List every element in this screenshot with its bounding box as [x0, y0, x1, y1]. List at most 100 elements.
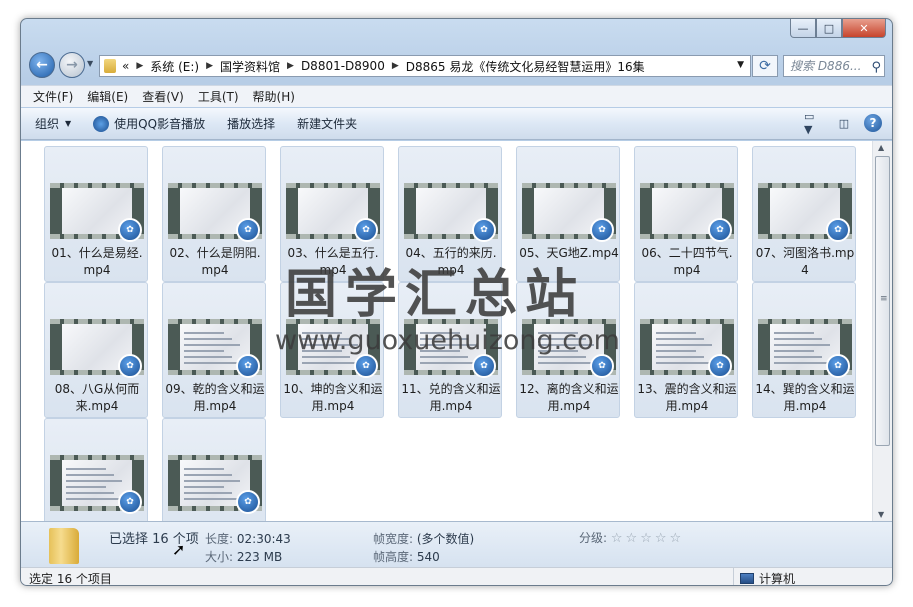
- breadcrumb-library[interactable]: 国学资料馆: [220, 58, 280, 75]
- chevron-right-icon[interactable]: ▶: [392, 61, 399, 71]
- qq-player-icon: [93, 115, 110, 132]
- status-location-label: 计算机: [759, 571, 796, 586]
- thumbnail-text-line: [184, 498, 240, 500]
- chevron-right-icon[interactable]: ▶: [206, 61, 213, 71]
- file-tile[interactable]: ✿: [44, 418, 148, 521]
- file-name: 11、兑的含义和运用.mp4: [401, 382, 501, 413]
- vertical-scrollbar[interactable]: ▲ ≡ ▼: [872, 141, 892, 521]
- qq-player-icon: ✿: [236, 354, 260, 378]
- new-folder-label: 新建文件夹: [297, 117, 358, 131]
- thumbnail-text-line: [420, 356, 468, 358]
- folder-icon: [49, 528, 79, 564]
- help-icon[interactable]: ?: [864, 114, 882, 132]
- star-icon[interactable]: ☆: [655, 531, 667, 546]
- video-thumbnail: ✿: [640, 183, 734, 242]
- thumbnail-text-line: [184, 344, 240, 346]
- file-tile[interactable]: ✿ 06、二十四节气.mp4: [634, 146, 738, 282]
- star-icon[interactable]: ☆: [626, 531, 638, 546]
- thumbnail-text-line: [184, 332, 224, 334]
- preview-pane-icon[interactable]: ◫: [834, 114, 854, 132]
- qq-player-icon: ✿: [472, 218, 496, 242]
- status-location: 计算机: [733, 568, 796, 586]
- address-dropdown-icon[interactable]: ▼: [737, 60, 744, 70]
- file-name: 14、巽的含义和运用.mp4: [755, 382, 855, 413]
- file-tile[interactable]: ✿ 09、乾的含义和运用.mp4: [162, 282, 266, 418]
- play-selection-button[interactable]: 播放选择: [227, 115, 275, 132]
- file-name: 06、二十四节气.mp4: [641, 246, 733, 277]
- thumbnail-text-line: [184, 492, 232, 494]
- thumbnail-text-line: [184, 362, 240, 364]
- maximize-button[interactable]: □: [816, 19, 842, 38]
- file-tile[interactable]: ✿ 08、八G从何而来.mp4: [44, 282, 148, 418]
- thumbnail-text-line: [66, 486, 106, 488]
- file-tile[interactable]: ✿ 02、什么是阴阳.mp4: [162, 146, 266, 282]
- address-bar[interactable]: « ▶ 系统 (E:) ▶ 国学资料馆 ▶ D8801-D8900 ▶ D886…: [99, 55, 751, 77]
- breadcrumb-range[interactable]: D8801-D8900: [301, 59, 385, 73]
- thumbnail-text-line: [302, 356, 350, 358]
- thumbnail-text-line: [420, 362, 476, 364]
- thumbnail-text-line: [302, 362, 358, 364]
- command-bar: 组织 ▼ 使用QQ影音播放 播放选择 新建文件夹 ▭ ▼ ◫ ?: [21, 108, 892, 140]
- menu-edit[interactable]: 编辑(E): [87, 88, 128, 105]
- menu-tools[interactable]: 工具(T): [198, 88, 239, 105]
- minimize-button[interactable]: —: [790, 19, 816, 38]
- menu-help[interactable]: 帮助(H): [253, 88, 295, 105]
- star-icon[interactable]: ☆: [611, 531, 623, 546]
- thumbnail-text-line: [184, 356, 232, 358]
- thumbnail-text-line: [538, 362, 594, 364]
- menu-file[interactable]: 文件(F): [33, 88, 73, 105]
- file-name: 01、什么是易经.mp4: [51, 246, 143, 277]
- thumbnail-text-line: [774, 362, 830, 364]
- thumbnail-text-line: [184, 350, 224, 352]
- video-thumbnail: ✿: [758, 183, 852, 242]
- video-thumbnail: ✿: [640, 319, 734, 378]
- qq-player-icon: ✿: [354, 354, 378, 378]
- play-with-qq-label: 使用QQ影音播放: [114, 117, 206, 131]
- star-icon[interactable]: ☆: [670, 531, 682, 546]
- scroll-thumb[interactable]: ≡: [875, 156, 890, 446]
- forward-button[interactable]: →: [59, 52, 85, 78]
- details-pane: 已选择 16 个项 长度: 02:30:43 大小: 223 MB 帧宽度: (…: [21, 521, 892, 567]
- chevron-right-icon[interactable]: ▶: [136, 61, 143, 71]
- search-placeholder: 搜索 D886...: [790, 59, 862, 73]
- qq-player-icon: ✿: [708, 354, 732, 378]
- video-thumbnail: ✿: [168, 183, 262, 242]
- rating-key: 分级:: [579, 531, 608, 545]
- scroll-up-icon[interactable]: ▲: [878, 143, 884, 152]
- file-tile[interactable]: ✿ 01、什么是易经.mp4: [44, 146, 148, 282]
- file-tile[interactable]: ✿ 14、巽的含义和运用.mp4: [752, 282, 856, 418]
- back-button[interactable]: ←: [29, 52, 55, 78]
- folder-icon: [104, 59, 116, 73]
- organize-button[interactable]: 组织 ▼: [35, 115, 71, 132]
- new-folder-button[interactable]: 新建文件夹: [297, 115, 357, 132]
- breadcrumb-drive[interactable]: 系统 (E:): [150, 58, 199, 75]
- search-input[interactable]: 搜索 D886... ⚲: [783, 55, 885, 77]
- star-icon[interactable]: ☆: [640, 531, 652, 546]
- scroll-down-icon[interactable]: ▼: [878, 510, 884, 519]
- chevron-right-icon[interactable]: ▶: [287, 61, 294, 71]
- breadcrumb-current[interactable]: D8865 易龙《传统文化易经智慧运用》16集: [406, 58, 645, 75]
- qq-player-icon: ✿: [118, 218, 142, 242]
- video-thumbnail: ✿: [50, 455, 144, 514]
- search-icon[interactable]: ⚲: [871, 58, 881, 76]
- breadcrumb-overflow[interactable]: «: [122, 59, 129, 73]
- close-button[interactable]: ✕: [842, 19, 886, 38]
- recent-pages-dropdown[interactable]: ▼: [87, 59, 93, 68]
- file-name: 09、乾的含义和运用.mp4: [165, 382, 265, 413]
- length-key: 长度:: [205, 532, 234, 546]
- play-with-qq-button[interactable]: 使用QQ影音播放: [93, 115, 205, 132]
- frame-width-value: (多个数值): [416, 532, 475, 546]
- view-options-icon[interactable]: ▭ ▼: [804, 110, 824, 136]
- menu-view[interactable]: 查看(V): [142, 88, 184, 105]
- file-tile[interactable]: ✿: [162, 418, 266, 521]
- rating: 分级: ☆ ☆ ☆ ☆ ☆: [579, 529, 684, 546]
- qq-player-icon: ✿: [354, 218, 378, 242]
- thumbnail-text-line: [656, 356, 704, 358]
- file-name: 13、震的含义和运用.mp4: [637, 382, 737, 413]
- refresh-button[interactable]: ⟳: [752, 55, 778, 77]
- address-row: ← → ▼ « ▶ 系统 (E:) ▶ 国学资料馆 ▶ D8801-D8900 …: [21, 49, 892, 83]
- thumbnail-text-line: [66, 480, 122, 482]
- file-tile[interactable]: ✿ 07、河图洛书.mp4: [752, 146, 856, 282]
- file-tile[interactable]: ✿ 13、震的含义和运用.mp4: [634, 282, 738, 418]
- qq-player-icon: ✿: [708, 218, 732, 242]
